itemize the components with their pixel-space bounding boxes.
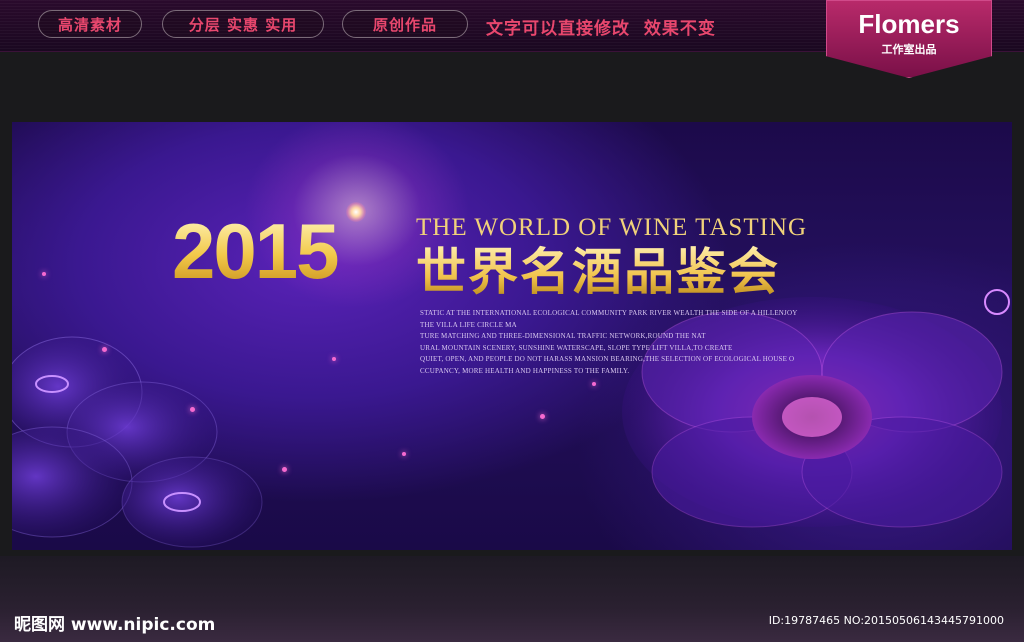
sparkle-dot [592, 382, 596, 386]
slogan-text: 文字可以直接修改 效果不变 [486, 19, 716, 39]
description-line: CCUPANCY, MORE HEALTH AND HAPPINESS TO T… [420, 366, 630, 375]
sparkle-dot [190, 407, 195, 412]
sparkle-dot [102, 347, 107, 352]
sparkle-dot [540, 414, 545, 419]
description-paragraph: STATIC AT THE INTERNATIONAL ECOLOGICAL C… [420, 308, 880, 377]
tag-original-work[interactable]: 原创作品 [342, 10, 468, 38]
sparkle-dot [402, 452, 406, 456]
tag-layered-practical[interactable]: 分层 实惠 实用 [162, 10, 324, 38]
description-line: QUIET, OPEN, AND PEOPLE DO NOT HARASS MA… [420, 355, 795, 363]
description-line: URAL MOUNTAIN SCENERY, SUNSHINE WATERSCA… [420, 343, 733, 352]
site-watermark: 昵图网 www.nipic.com [14, 615, 216, 635]
brand-name: Flomers [858, 9, 960, 39]
year-title: 2015 [172, 207, 340, 295]
light-flare [346, 202, 366, 222]
brand-badge[interactable]: Flomers 工作室出品 [826, 0, 992, 78]
chinese-title: 世界名酒品鉴会 [416, 242, 780, 301]
description-line: TURE MATCHING AND THREE-DIMENSIONAL TRAF… [420, 332, 706, 340]
left-flower-decoration [12, 322, 292, 550]
sparkle-dot [332, 357, 336, 361]
brand-subtitle: 工作室出品 [881, 43, 937, 56]
english-title: THE WORLD OF WINE TASTING [416, 214, 808, 241]
description-line: THE VILLA LIFE CIRCLE MA [420, 320, 517, 329]
sparkle-dot [42, 272, 46, 276]
tag-hd-material[interactable]: 高清素材 [38, 10, 142, 38]
wine-tasting-banner: 2015 THE WORLD OF WINE TASTING 世界名酒品鉴会 S… [12, 122, 1012, 550]
sparkle-dot [282, 467, 287, 472]
description-line: STATIC AT THE INTERNATIONAL ECOLOGICAL C… [420, 309, 798, 317]
image-id-text: ID:19787465 NO:20150506143445791000 [768, 614, 1004, 627]
